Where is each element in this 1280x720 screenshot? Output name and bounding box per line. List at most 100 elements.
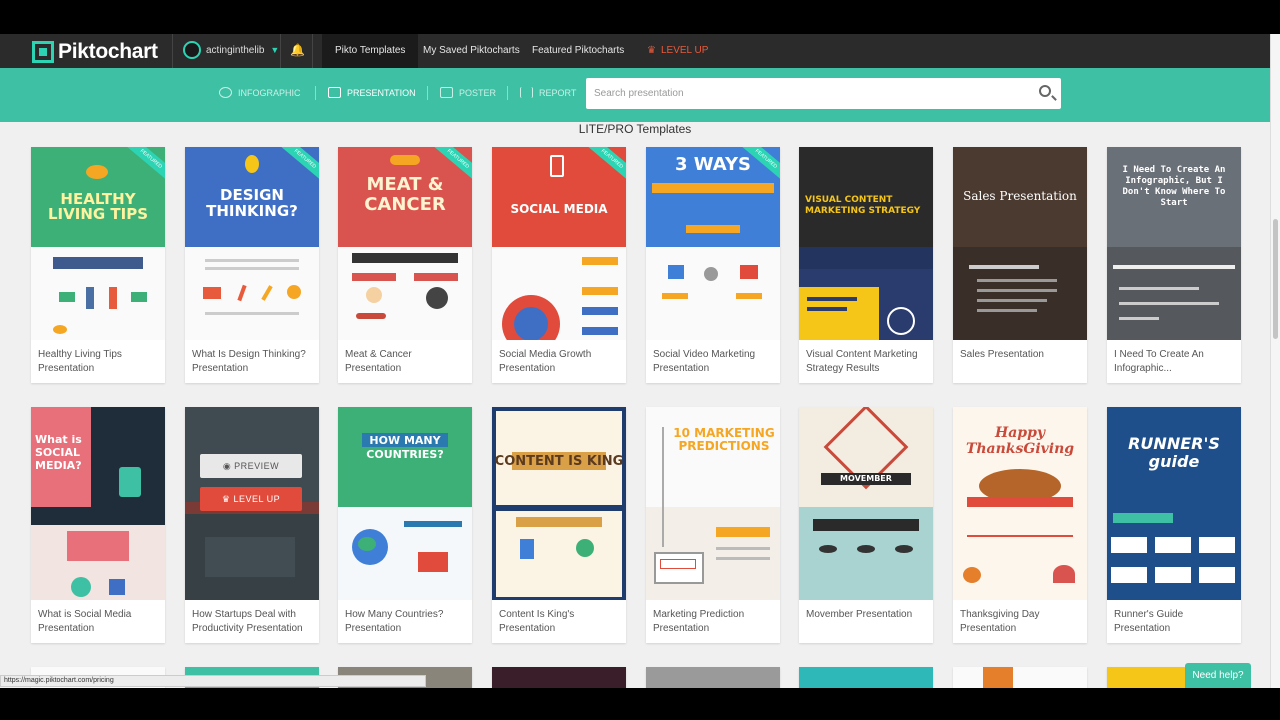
template-card[interactable]: What is SOCIAL MEDIA? What is Social Med…: [31, 407, 165, 643]
search-input[interactable]: Search presentation: [586, 78, 1061, 109]
template-card[interactable]: MEAT & CANCER FEATURED Meat & Cancer Pre…: [338, 147, 472, 383]
avatar-icon: [183, 41, 201, 59]
logo[interactable]: Piktochart: [32, 40, 158, 64]
template-title[interactable]: Social Video Marketing Presentation: [646, 340, 780, 383]
template-title[interactable]: Thanksgiving Day Presentation: [953, 600, 1087, 643]
template-thumbnail[interactable]: Sales Presentation: [953, 147, 1087, 340]
template-title[interactable]: How Startups Deal with Productivity Pres…: [185, 600, 319, 643]
chevron-down-icon: ▼: [270, 45, 280, 55]
template-thumbnail[interactable]: CONTENT IS KING: [492, 407, 626, 600]
template-title[interactable]: Marketing Prediction Presentation: [646, 600, 780, 643]
scrollbar-thumb[interactable]: [1273, 219, 1278, 339]
tab-label: INFOGRAPHIC: [238, 87, 301, 98]
scrollbar[interactable]: [1270, 34, 1280, 688]
nav-pikto-templates[interactable]: Pikto Templates: [322, 34, 419, 68]
thumbnail-title: MOVEMBER: [840, 474, 892, 483]
template-card[interactable]: CONTENT IS KING Content Is King's Presen…: [492, 407, 626, 643]
template-title[interactable]: What is Social Media Presentation: [31, 600, 165, 643]
thumbnail-title: I Need To Create An Infographic, But I D…: [1122, 165, 1226, 208]
pie-chart-icon: [219, 87, 232, 98]
user-menu[interactable]: actinginthelib ▼: [183, 41, 279, 59]
template-title[interactable]: Meat & Cancer Presentation: [338, 340, 472, 383]
template-thumbnail[interactable]: MOVEMBER: [799, 407, 933, 600]
piktochart-logo-icon: [32, 41, 54, 63]
template-title[interactable]: Runner's Guide Presentation: [1107, 600, 1241, 643]
thumbnail-title: RUNNER'S guide: [1128, 434, 1220, 471]
template-title[interactable]: I Need To Create An Infographic...: [1107, 340, 1241, 383]
template-card[interactable]: HEALTHY LIVING TIPS FEATURED Healthy Liv…: [31, 147, 165, 383]
template-thumbnail[interactable]: HEALTHY LIVING TIPS FEATURED: [31, 147, 165, 340]
tab-report[interactable]: REPORT: [520, 87, 576, 98]
bar-chart-icon: [520, 87, 533, 98]
template-thumbnail[interactable]: VISUAL CONTENT MARKETING STRATEGY: [799, 147, 933, 340]
level-up-label: LEVEL UP: [233, 494, 281, 504]
nav-divider: [312, 34, 313, 68]
template-card[interactable]: VISUAL CONTENT MARKETING STRATEGY Visual…: [799, 147, 933, 383]
template-card[interactable]: [799, 667, 933, 688]
logo-text: Piktochart: [58, 40, 158, 63]
tab-divider: [507, 86, 508, 100]
template-card[interactable]: 3 WAYS FEATURED Social Video Marketing P…: [646, 147, 780, 383]
template-thumbnail[interactable]: 10 MARKETING PREDICTIONS: [646, 407, 780, 600]
template-card[interactable]: Happy ThanksGiving Thanksgiving Day Pres…: [953, 407, 1087, 643]
template-thumbnail[interactable]: I Need To Create An Infographic, But I D…: [1107, 147, 1241, 340]
thumbnail-title: What is SOCIAL MEDIA?: [35, 433, 82, 472]
section-title: LITE/PRO Templates: [578, 122, 692, 136]
template-title[interactable]: Content Is King's Presentation: [492, 600, 626, 643]
template-gallery: LITE/PRO Templates HEALTHY LIVING TIPS F…: [0, 122, 1270, 688]
tab-presentation[interactable]: PRESENTATION: [328, 87, 416, 98]
nav-featured[interactable]: Featured Piktocharts: [519, 34, 637, 68]
template-card[interactable]: [953, 667, 1087, 688]
template-title[interactable]: What Is Design Thinking? Presentation: [185, 340, 319, 383]
template-card[interactable]: [492, 667, 626, 688]
template-title[interactable]: Visual Content Marketing Strategy Result…: [799, 340, 933, 383]
template-thumbnail[interactable]: SOCIAL MEDIA FEATURED: [492, 147, 626, 340]
template-title[interactable]: Social Media Growth Presentation: [492, 340, 626, 383]
image-icon: [440, 87, 453, 98]
nav-my-saved[interactable]: My Saved Piktocharts: [410, 34, 533, 68]
template-thumbnail[interactable]: Happy ThanksGiving: [953, 407, 1087, 600]
thumbnail-title: CONTENT IS KING: [494, 454, 624, 469]
template-thumbnail[interactable]: ◉ PREVIEW ♛ LEVEL UP: [185, 407, 319, 600]
crown-icon: ♛: [221, 494, 234, 504]
template-thumbnail[interactable]: MEAT & CANCER FEATURED: [338, 147, 472, 340]
template-title[interactable]: How Many Countries? Presentation: [338, 600, 472, 643]
template-thumbnail[interactable]: HOW MANY COUNTRIES?: [338, 407, 472, 600]
search-icon[interactable]: [1039, 85, 1051, 97]
template-card[interactable]: ◉ PREVIEW ♛ LEVEL UP How Startups Deal w…: [185, 407, 319, 643]
template-card[interactable]: HOW MANY COUNTRIES? How Many Countries? …: [338, 407, 472, 643]
search-placeholder: Search presentation: [594, 88, 684, 99]
tab-divider: [315, 86, 316, 100]
bell-icon[interactable]: 🔔: [290, 43, 305, 57]
eye-icon: ◉: [222, 461, 235, 471]
status-url-bar: https://magic.piktochart.com/pricing: [0, 675, 426, 687]
template-thumbnail[interactable]: What is SOCIAL MEDIA?: [31, 407, 165, 600]
template-title[interactable]: Movember Presentation: [799, 600, 933, 643]
nav-divider: [172, 34, 173, 68]
top-letterbox: [0, 0, 1280, 34]
template-card[interactable]: SOCIAL MEDIA FEATURED Social Media Growt…: [492, 147, 626, 383]
template-title[interactable]: Healthy Living Tips Presentation: [31, 340, 165, 383]
thumbnail-title: 10 MARKETING PREDICTIONS: [673, 426, 775, 453]
template-thumbnail[interactable]: DESIGN THINKING? FEATURED: [185, 147, 319, 340]
template-title[interactable]: Sales Presentation: [953, 340, 1087, 383]
presentation-icon: [328, 87, 341, 98]
template-card[interactable]: MOVEMBER Movember Presentation: [799, 407, 933, 643]
nav-level-up[interactable]: ♛ LEVEL UP: [634, 34, 721, 68]
tab-infographic[interactable]: INFOGRAPHIC: [219, 87, 301, 98]
template-card[interactable]: Sales Presentation Sales Presentation: [953, 147, 1087, 383]
preview-button[interactable]: ◉ PREVIEW: [200, 454, 302, 478]
level-up-button[interactable]: ♛ LEVEL UP: [200, 487, 302, 511]
need-help-button[interactable]: Need help?: [1185, 663, 1251, 688]
username: actinginthelib: [206, 44, 265, 56]
template-thumbnail[interactable]: 3 WAYS FEATURED: [646, 147, 780, 340]
tab-poster[interactable]: POSTER: [440, 87, 496, 98]
template-card[interactable]: [646, 667, 780, 688]
thumbnail-title: HOW MANY COUNTRIES?: [366, 434, 444, 461]
template-card[interactable]: RUNNER'S guide Runner's Guide Presentati…: [1107, 407, 1241, 643]
nav-divider: [280, 34, 281, 68]
template-card[interactable]: I Need To Create An Infographic, But I D…: [1107, 147, 1241, 383]
template-thumbnail[interactable]: RUNNER'S guide: [1107, 407, 1241, 600]
template-card[interactable]: 10 MARKETING PREDICTIONS Marketing Predi…: [646, 407, 780, 643]
template-card[interactable]: DESIGN THINKING? FEATURED What Is Design…: [185, 147, 319, 383]
